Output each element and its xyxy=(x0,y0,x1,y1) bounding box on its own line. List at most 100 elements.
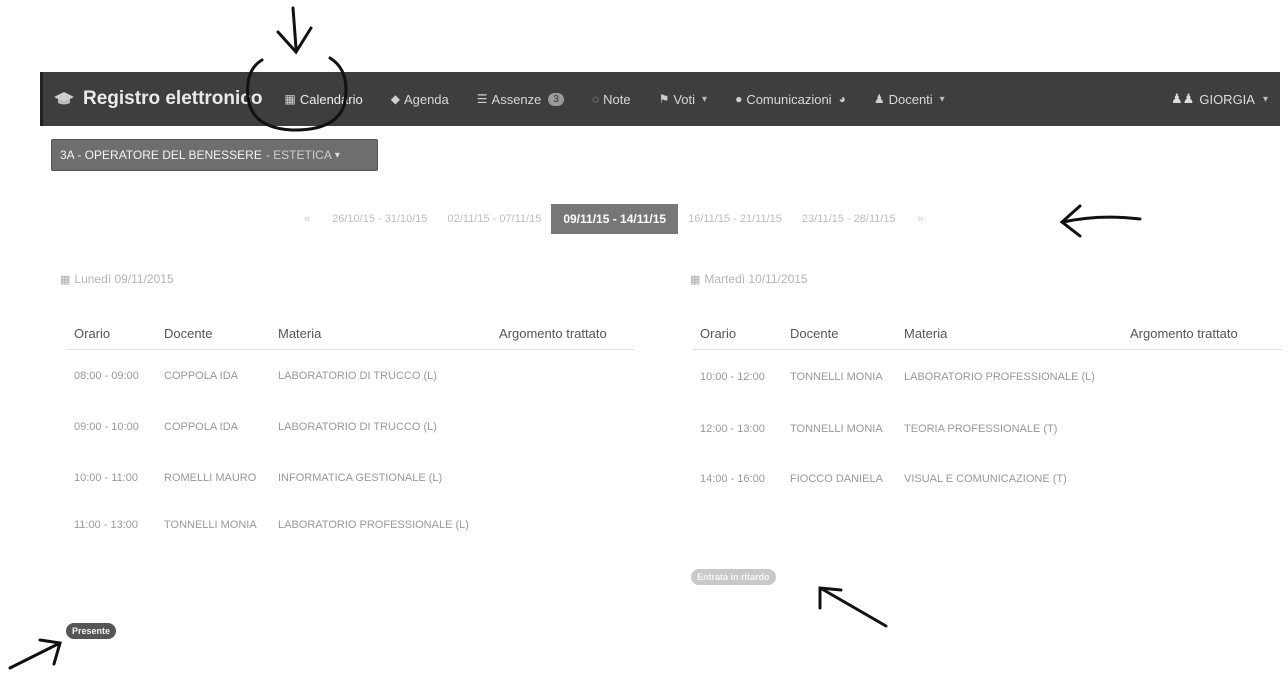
chevron-down-icon: ▾ xyxy=(702,93,708,105)
cell-time: 10:00 - 12:00 xyxy=(700,370,765,383)
chevron-down-icon: ▾ xyxy=(1262,93,1268,105)
cell-time: 12:00 - 13:00 xyxy=(700,423,765,435)
annotation-left-arrow xyxy=(1059,204,1142,238)
speech-bubble-icon: ● xyxy=(735,92,743,106)
nav-assenze[interactable]: ☰ Assenze 3 xyxy=(477,92,564,107)
cell-teacher: TONNELLI MONIA xyxy=(790,370,883,383)
cell-subject: LABORATORIO DI TRUCCO (L) xyxy=(278,421,437,433)
cell-teacher: COPPOLA IDA xyxy=(164,369,238,382)
col-docente: Docente xyxy=(782,320,896,350)
class-selector[interactable]: 3A - OPERATORE DEL BENESSERE - ESTETICA … xyxy=(51,139,378,171)
status-badge-present: Presente xyxy=(66,623,117,639)
cell-teacher: ROMELLI MAURO xyxy=(164,472,257,484)
day-title: ▦ Lunedì 09/11/2015 xyxy=(60,272,174,286)
day-panel-monday: ▦ Lunedì 09/11/2015 xyxy=(60,272,174,286)
list-icon: ☰ xyxy=(476,92,488,106)
cell-teacher: TONNELLI MONIA xyxy=(164,519,257,531)
next-week-button[interactable]: » xyxy=(906,206,936,232)
cell-subject: LABORATORIO PROFESSIONALE (L) xyxy=(278,519,469,531)
calendar-icon: ▦ xyxy=(284,92,296,106)
day-title-label: Martedì 10/11/2015 xyxy=(704,272,808,286)
cell-topic xyxy=(491,453,634,505)
nav-voti[interactable]: ⚑ Voti ▾ xyxy=(659,92,707,107)
nav-note[interactable]: ◌ Note xyxy=(592,92,631,107)
cell-subject: TEORIA PROFESSIONALE (T) xyxy=(904,423,1058,435)
cell-topic xyxy=(1122,405,1282,455)
cell-topic xyxy=(1122,350,1282,405)
table-row: 12:00 - 13:00 TONNELLI MONIA TEORIA PROF… xyxy=(692,405,1282,455)
assenze-count-badge: 3 xyxy=(548,92,564,106)
week-item[interactable]: 26/10/15 - 31/10/15 xyxy=(322,206,437,232)
schedule-table-monday: Orario Docente Materia Argomento trattat… xyxy=(66,320,634,547)
navbar: Registro elettronico ▦ Calendario ◆ Agen… xyxy=(40,72,1280,126)
cell-teacher: TONNELLI MONIA xyxy=(790,423,883,435)
chevron-down-icon: ▾ xyxy=(939,93,945,105)
col-orario: Orario xyxy=(692,320,782,350)
col-argomento: Argomento trattato xyxy=(491,320,634,350)
notification-dot-icon: ◕ xyxy=(838,92,846,106)
col-materia: Materia xyxy=(896,320,1122,350)
nav-docenti-label: Docenti xyxy=(888,91,933,107)
comment-icon: ◌ xyxy=(591,92,600,106)
nav-calendario[interactable]: ▦ Calendario xyxy=(284,92,362,107)
user-menu[interactable]: ♟♟ GIORGIA ▾ xyxy=(1171,91,1268,107)
col-materia: Materia xyxy=(270,320,491,350)
annotation-up-arrow xyxy=(8,638,62,670)
cell-subject: LABORATORIO DI TRUCCO (L) xyxy=(278,369,437,382)
nav-docenti[interactable]: ♟ Docenti ▾ xyxy=(874,92,945,107)
day-panel-tuesday: ▦ Martedì 10/11/2015 xyxy=(690,272,808,286)
cell-topic xyxy=(491,350,634,403)
user-name: GIORGIA xyxy=(1199,91,1255,107)
cell-subject: INFORMATICA GESTIONALE (L) xyxy=(278,472,443,484)
chevron-down-icon: ▾ xyxy=(334,149,340,161)
annotation-down-arrow xyxy=(276,6,313,55)
tag-icon: ◆ xyxy=(390,92,400,106)
brand[interactable]: Registro elettronico xyxy=(53,88,262,110)
users-icon: ♟ xyxy=(873,92,885,106)
table-row: 10:00 - 12:00 TONNELLI MONIA LABORATORIO… xyxy=(692,350,1282,405)
cell-time: 11:00 - 13:00 xyxy=(74,519,139,531)
nav-assenze-label: Assenze xyxy=(491,91,542,107)
cell-time: 08:00 - 09:00 xyxy=(74,369,139,382)
cell-teacher: FIOCCO DANIELA xyxy=(790,473,883,485)
prev-week-button[interactable]: « xyxy=(292,206,322,232)
week-item-current[interactable]: 09/11/15 - 14/11/15 xyxy=(551,204,679,234)
user-icon: ♟♟ xyxy=(1171,91,1195,106)
cell-topic xyxy=(491,403,634,453)
brand-label: Registro elettronico xyxy=(83,88,263,109)
week-pagination: « 26/10/15 - 31/10/15 02/11/15 - 07/11/1… xyxy=(292,204,936,234)
week-item[interactable]: 23/11/15 - 28/11/15 xyxy=(792,206,906,232)
day-title: ▦ Martedì 10/11/2015 xyxy=(690,272,808,286)
nav-agenda-label: Agenda xyxy=(403,91,449,107)
table-row: 08:00 - 09:00 COPPOLA IDA LABORATORIO DI… xyxy=(66,350,634,403)
nav-agenda[interactable]: ◆ Agenda xyxy=(391,92,449,107)
nav-voti-label: Voti xyxy=(673,91,696,107)
cell-time: 09:00 - 10:00 xyxy=(74,421,139,433)
table-row: 09:00 - 10:00 COPPOLA IDA LABORATORIO DI… xyxy=(66,403,634,453)
week-item[interactable]: 16/11/15 - 21/11/15 xyxy=(678,206,792,232)
cell-time: 10:00 - 11:00 xyxy=(74,472,139,484)
flag-icon: ⚑ xyxy=(658,92,670,106)
day-title-label: Lunedì 09/11/2015 xyxy=(74,272,174,286)
nav-calendario-label: Calendario xyxy=(299,91,363,107)
col-argomento: Argomento trattato xyxy=(1122,320,1282,350)
class-track: - ESTETICA xyxy=(265,148,332,162)
graduation-cap-icon xyxy=(54,92,74,105)
week-item[interactable]: 02/11/15 - 07/11/15 xyxy=(438,206,552,232)
status-badge-late-entry: Entrata in ritardo xyxy=(691,569,776,585)
calendar-icon: ▦ xyxy=(690,273,701,286)
col-docente: Docente xyxy=(156,320,270,350)
nav-comunicazioni-label: Comunicazioni xyxy=(746,91,832,107)
nav-comunicazioni[interactable]: ● Comunicazioni ◕ xyxy=(735,92,846,107)
table-row: 10:00 - 11:00 ROMELLI MAURO INFORMATICA … xyxy=(66,453,634,505)
annotation-diagonal-arrow xyxy=(818,586,888,628)
schedule-table-tuesday: Orario Docente Materia Argomento trattat… xyxy=(692,320,1282,505)
cell-subject: LABORATORIO PROFESSIONALE (L) xyxy=(904,370,1095,383)
calendar-icon: ▦ xyxy=(60,273,71,286)
cell-topic xyxy=(491,505,634,547)
cell-time: 14:00 - 16:00 xyxy=(700,473,765,485)
cell-topic xyxy=(1122,455,1282,505)
table-row: 11:00 - 13:00 TONNELLI MONIA LABORATORIO… xyxy=(66,505,634,547)
nav-note-label: Note xyxy=(603,91,631,107)
cell-teacher: COPPOLA IDA xyxy=(164,421,238,433)
